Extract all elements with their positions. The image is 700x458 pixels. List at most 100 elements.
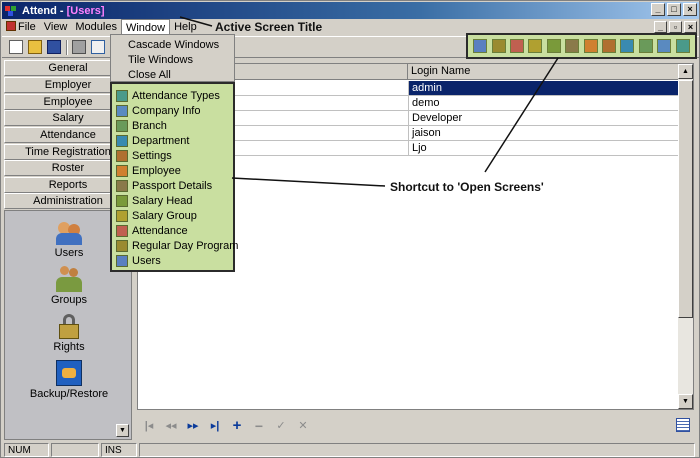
menu-file-label: File [18, 21, 36, 33]
department-shortcut-icon[interactable] [620, 39, 635, 53]
active-screen-title-callout: Active Screen Title [215, 20, 323, 34]
salary-head-shortcut-icon[interactable] [546, 39, 561, 53]
window-menu-dropdown: Cascade Windows Tile Windows Close All [110, 34, 235, 82]
maximize-button[interactable]: □ [667, 3, 681, 16]
minimize-button[interactable]: _ [651, 3, 665, 16]
regular-day-program-icon [116, 239, 128, 252]
login-name-cell[interactable]: jaison [408, 126, 679, 140]
close-button[interactable]: × [683, 3, 697, 16]
scroll-down-button[interactable]: ▼ [678, 394, 693, 409]
status-ins: INS [101, 443, 137, 457]
attendance-shortcut-icon[interactable] [510, 39, 525, 53]
new-document-icon[interactable] [9, 40, 23, 54]
close-all-item[interactable]: Close All [128, 69, 171, 81]
attendance-types-shortcut-icon[interactable] [675, 39, 690, 53]
nav-tool-users[interactable]: Users [19, 219, 119, 259]
delete-record-button[interactable]: − [251, 418, 267, 434]
open-screen-label: Passport Details [132, 179, 213, 192]
insert-record-button[interactable]: + [229, 418, 245, 434]
nav-tool-backup-restore[interactable]: Backup/Restore [19, 360, 119, 400]
open-screen-department[interactable]: Department [113, 133, 232, 148]
next-record-button[interactable]: ▸▸ [185, 418, 201, 434]
salary-group-shortcut-icon[interactable] [528, 39, 543, 53]
department-icon [116, 134, 128, 147]
open-screen-label: Branch [132, 119, 167, 132]
cascade-windows-item[interactable]: Cascade Windows [128, 39, 219, 51]
open-screen-salary-head[interactable]: Salary Head [113, 193, 232, 208]
open-screen-label: Regular Day Program [132, 239, 239, 252]
print-preview-icon[interactable] [91, 40, 105, 54]
menu-window[interactable]: Window [120, 19, 171, 35]
open-screen-attendance[interactable]: Attendance [113, 223, 232, 238]
record-navigator: |◂ ◂◂ ▸▸ ▸| + − ✓ ✕ [137, 415, 694, 437]
open-screen-label: Salary Head [132, 194, 193, 207]
nav-tool-users-label: Users [54, 247, 84, 259]
groups-icon [56, 266, 82, 292]
login-name-cell[interactable]: Developer [408, 111, 679, 125]
open-screen-attendance-types[interactable]: Attendance Types [113, 88, 232, 103]
open-folder-icon[interactable] [28, 40, 42, 54]
tile-windows-item[interactable]: Tile Windows [128, 54, 193, 66]
open-screen-users[interactable]: Users [113, 253, 232, 268]
open-screen-passport-details[interactable]: Passport Details [113, 178, 232, 193]
company-info-shortcut-icon[interactable] [657, 39, 672, 53]
window-title-screen: [Users] [66, 4, 105, 17]
window-title: Attend - [Users] [22, 5, 105, 17]
grid-vertical-scrollbar[interactable]: ▲ ▼ [678, 64, 693, 409]
login-name-cell[interactable]: Ljo [408, 141, 679, 155]
nav-scroll-down-button[interactable]: ▼ [116, 424, 129, 437]
open-screen-salary-group[interactable]: Salary Group [113, 208, 232, 223]
login-name-cell[interactable]: demo [408, 96, 679, 110]
open-screens-list: Attendance Types Company Info Branch Dep… [110, 82, 238, 272]
status-bar: NUM INS [2, 442, 699, 458]
status-blank-2 [139, 443, 695, 457]
nav-tool-rights-label: Rights [53, 341, 85, 353]
print-icon[interactable] [72, 40, 86, 54]
status-num: NUM [4, 443, 49, 457]
grid-view-icon[interactable] [676, 418, 690, 432]
scroll-thumb[interactable] [678, 80, 693, 318]
login-name-cell[interactable]: admin [408, 81, 679, 95]
prior-record-button[interactable]: ◂◂ [163, 418, 179, 434]
users-shortcut-icon[interactable] [473, 39, 488, 53]
child-restore-button[interactable]: ▫ [669, 21, 682, 33]
menu-file[interactable]: File [2, 19, 40, 35]
employee-shortcut-icon[interactable] [583, 39, 598, 53]
nav-tool-rights[interactable]: Rights [19, 313, 119, 353]
regular-day-program-shortcut-icon[interactable] [491, 39, 506, 53]
menu-view[interactable]: View [40, 19, 72, 35]
attendance-types-icon [116, 89, 128, 102]
column-header-login-name[interactable]: Login Name [408, 64, 679, 80]
open-screen-company-info[interactable]: Company Info [113, 103, 232, 118]
toolbar-separator [66, 40, 68, 55]
scroll-up-button[interactable]: ▲ [678, 64, 693, 79]
branch-shortcut-icon[interactable] [638, 39, 653, 53]
child-close-button[interactable]: × [684, 21, 697, 33]
open-screen-label: Salary Group [132, 209, 197, 222]
app-window: Attend - [Users] _ □ × File View Modules… [0, 0, 700, 458]
nav-tool-groups-label: Groups [50, 294, 88, 306]
menu-modules[interactable]: Modules [71, 19, 121, 35]
open-screen-settings[interactable]: Settings [113, 148, 232, 163]
branch-icon [116, 119, 128, 132]
nav-tool-groups[interactable]: Groups [19, 266, 119, 306]
title-bar[interactable]: Attend - [Users] _ □ × [2, 2, 699, 19]
open-screen-employee[interactable]: Employee [113, 163, 232, 178]
menu-help[interactable]: Help [170, 19, 201, 35]
passport-details-icon [116, 179, 128, 192]
child-minimize-button[interactable]: _ [654, 21, 667, 33]
window-title-app: Attend - [22, 4, 67, 17]
open-screen-branch[interactable]: Branch [113, 118, 232, 133]
employee-icon [116, 164, 128, 177]
post-edit-button[interactable]: ✓ [273, 418, 289, 434]
passport-details-shortcut-icon[interactable] [565, 39, 580, 53]
open-screen-regular-day-program[interactable]: Regular Day Program [113, 238, 238, 253]
settings-shortcut-icon[interactable] [602, 39, 617, 53]
last-record-button[interactable]: ▸| [207, 418, 223, 434]
salary-group-icon [116, 209, 128, 222]
open-screen-label: Users [132, 254, 161, 267]
open-screen-label: Settings [132, 149, 172, 162]
cancel-edit-button[interactable]: ✕ [295, 418, 311, 434]
save-icon[interactable] [47, 40, 61, 54]
first-record-button[interactable]: |◂ [141, 418, 157, 434]
